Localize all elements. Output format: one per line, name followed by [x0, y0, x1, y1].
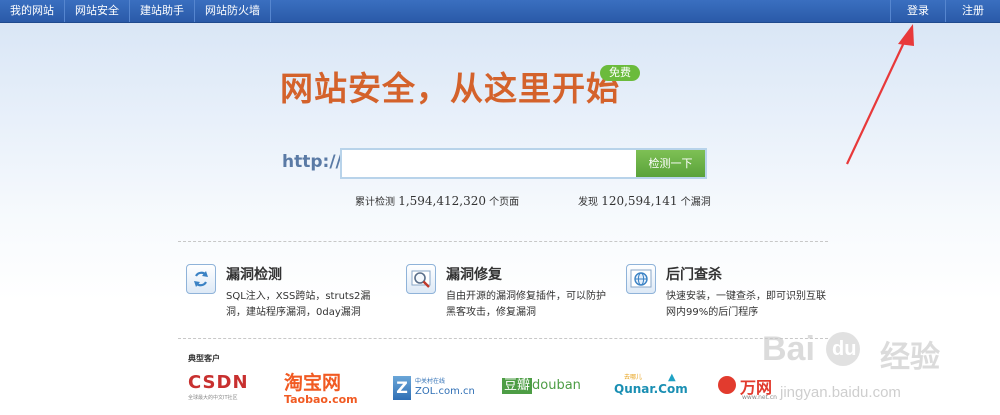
wanwang-mark-icon: [718, 376, 736, 394]
nav-my-sites[interactable]: 我的网站: [0, 0, 65, 22]
watermark-cn: 经验: [880, 340, 940, 375]
customers-title: 典型客户: [188, 354, 220, 363]
account-links: 登录 注册: [890, 0, 1000, 22]
found-suffix: 个漏洞: [680, 197, 711, 208]
zol-logo[interactable]: Z 中关村在线 ZOL.com.cn: [393, 372, 475, 412]
logo-name: 去哪儿: [624, 374, 643, 381]
logo-name: 中关村在线: [415, 378, 446, 385]
csdn-logo[interactable]: CSDN 全球最大的中文IT社区: [188, 372, 248, 412]
logo-sub: douban: [532, 378, 581, 393]
nav-build-assistant[interactable]: 建站助手: [130, 0, 195, 22]
free-badge: 免费: [600, 65, 640, 81]
watermark-latin: Bai: [762, 330, 815, 368]
nav-site-security[interactable]: 网站安全: [65, 0, 130, 22]
top-nav-bar: 我的网站 网站安全 建站助手 网站防火墙 登录 注册: [0, 0, 1000, 23]
logo-name: 豆瓣: [502, 378, 533, 394]
feature-desc: SQL注入，XSS跨站，struts2漏洞，建站程序漏洞，0day漏洞: [226, 291, 371, 318]
feature-title: 后门查杀: [666, 267, 722, 283]
found-stat: 发现 120,594,141 个漏洞: [578, 193, 711, 208]
checked-count: 1,594,412,320: [398, 194, 486, 208]
divider: [178, 338, 828, 339]
logo-sub: Taobao.com: [284, 393, 358, 406]
logo-name: 淘宝网: [284, 372, 342, 394]
nav-site-firewall[interactable]: 网站防火墙: [195, 0, 271, 22]
baidu-jingyan-watermark: Bai du 经验 jingyan.baidu.com: [760, 328, 1000, 413]
checked-stat: 累计检测 1,594,412,320 个页面: [355, 193, 519, 208]
register-link[interactable]: 注册: [945, 0, 1000, 22]
hero-headline: 网站安全，从这里开始: [280, 69, 620, 108]
checked-suffix: 个页面: [489, 197, 520, 208]
feature-title: 漏洞检测: [226, 267, 282, 283]
checked-prefix: 累计检测: [355, 197, 395, 208]
douban-logo[interactable]: 豆瓣 douban: [502, 372, 582, 412]
logo-sub: ZOL.com.cn: [415, 386, 475, 397]
login-link[interactable]: 登录: [890, 0, 945, 22]
feature-title: 漏洞修复: [446, 267, 502, 283]
zol-z-icon: Z: [393, 376, 411, 400]
qunar-logo[interactable]: 去哪儿 ▲ Qunar.Com: [614, 372, 694, 412]
url-input[interactable]: [342, 150, 636, 177]
logo-sub: Qunar.Com: [614, 382, 688, 396]
annotation-arrow-icon: [846, 24, 914, 165]
taobao-logo[interactable]: 淘宝网 Taobao.com: [284, 372, 366, 412]
main-nav: 我的网站 网站安全 建站助手 网站防火墙: [0, 0, 271, 22]
magnifier-icon: [406, 264, 436, 294]
watermark-du: du: [832, 338, 857, 360]
divider: [178, 241, 828, 242]
feature-desc: 自由开源的漏洞修复插件，可以防护黑客攻击，修复漏洞: [446, 291, 606, 318]
url-search-box: 检测一下: [340, 148, 707, 179]
watermark-url: jingyan.baidu.com: [780, 384, 901, 401]
found-count: 120,594,141: [601, 194, 678, 208]
logo-sub: 全球最大的中文IT社区: [188, 395, 238, 401]
logo-name: CSDN: [188, 372, 249, 393]
found-prefix: 发现: [578, 197, 598, 208]
feature-desc: 快速安装，一键查杀，即可识别互联网内99%的后门程序: [666, 291, 826, 318]
check-button[interactable]: 检测一下: [636, 150, 705, 177]
refresh-icon: [186, 264, 216, 294]
http-prefix-label: http://: [282, 152, 342, 172]
globe-icon: [626, 264, 656, 294]
